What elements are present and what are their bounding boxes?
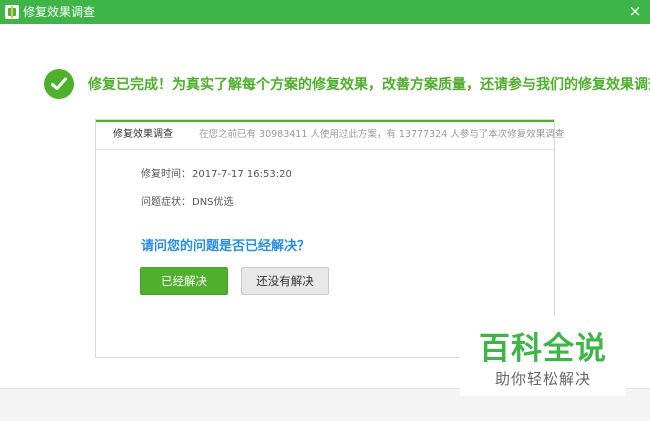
survey-header: 修复效果调查 在您之前已有 30983411 人使用过此方案，有 1377732… (96, 120, 564, 150)
success-check-icon (44, 69, 74, 99)
survey-stats-text: 在您之前已有 30983411 人使用过此方案，有 13777324 人参与了本… (199, 129, 565, 140)
survey-question: 请问您的问题是否已经解决？ (141, 239, 311, 254)
watermark-title: 百科全说 (479, 331, 607, 367)
app-icon (5, 5, 19, 19)
symptom-value: DNS优选 (192, 197, 234, 208)
watermark-subtitle: 助你轻松解决 (494, 370, 591, 388)
window-title: 修复效果调查 (23, 5, 96, 19)
title-bar: 修复效果调查 × (0, 0, 650, 24)
not-solved-button[interactable]: 还没有解决 (241, 267, 329, 295)
completion-headline: 修复已完成！为真实了解每个方案的修复效果，改善方案质量，还请参与我们的修复效果调… (88, 77, 650, 93)
watermark: 百科全说 助你轻松解决 (460, 316, 626, 396)
symptom-label: 问题症状： (141, 197, 191, 208)
survey-header-title: 修复效果调查 (113, 129, 173, 140)
solved-button[interactable]: 已经解决 (140, 267, 228, 295)
repair-time-value: 2017-7-17 16:53:20 (192, 169, 292, 180)
close-icon[interactable]: × (626, 2, 644, 20)
repair-time-label: 修复时间： (141, 169, 191, 180)
